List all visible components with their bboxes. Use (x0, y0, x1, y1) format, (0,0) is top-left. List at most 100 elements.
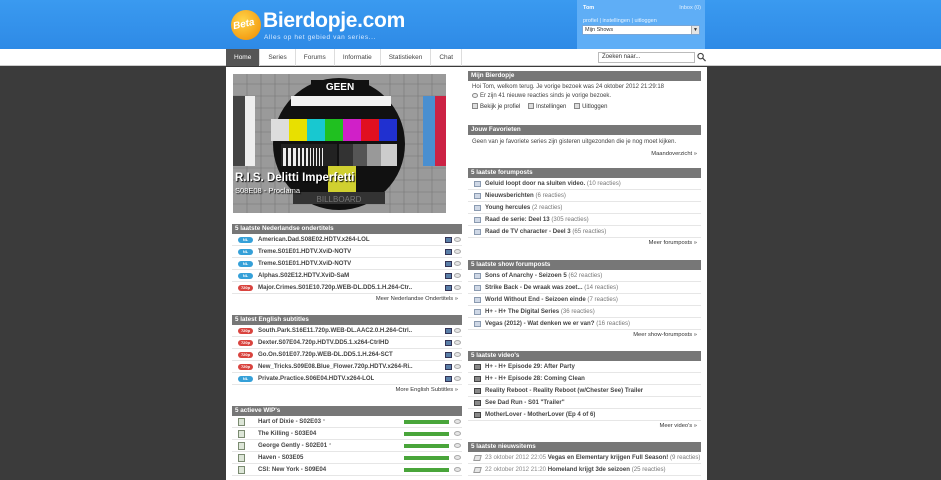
comment-icon[interactable] (454, 273, 461, 278)
download-icon[interactable] (445, 249, 452, 255)
month-overview-link[interactable]: Maandoverzicht » (468, 149, 701, 160)
forumposts-row[interactable]: Geluid loopt door na sluiten video. (10 … (468, 178, 701, 190)
forumposts-row[interactable]: Raad de serie: Deel 13 (305 reacties) (468, 214, 701, 226)
showposts-label[interactable]: Vegas (2012) - Wat denken we er van? (16… (485, 318, 630, 329)
videos-row[interactable]: H+ - H+ Episode 29: After Party (468, 361, 701, 373)
download-icon[interactable] (445, 376, 452, 382)
comment-icon[interactable] (454, 328, 461, 333)
videos-label[interactable]: Reality Reboot - Reality Reboot (w/Chest… (485, 385, 643, 396)
subtitle-row[interactable]: NL American.Dad.S08E02.HDTV.x264-LOL (232, 234, 462, 246)
news-label[interactable]: 22 oktober 2012 21:20 Homeland krijgt 3d… (485, 464, 666, 475)
showposts-row[interactable]: World Without End - Seizoen einde (7 rea… (468, 294, 701, 306)
tab-chat[interactable]: Chat (431, 49, 463, 66)
showposts-label[interactable]: Strike Back - De wraak was zoet... (14 r… (485, 282, 618, 293)
inbox-link[interactable]: Inbox (0) (679, 5, 701, 11)
subtitle-release-name[interactable]: Alphas.S02E12.HDTV.XviD-SaM (258, 270, 349, 281)
tab-series[interactable]: Series (260, 49, 296, 66)
comment-icon[interactable] (454, 443, 461, 448)
news-row[interactable]: 22 oktober 2012 21:20 Homeland krijgt 3d… (468, 464, 701, 476)
settings-link[interactable]: Instellingen (528, 103, 566, 110)
subtitle-release-name[interactable]: Treme.S01E01.HDTV.XviD-NOTV (258, 246, 351, 257)
subtitle-release-name[interactable]: Dexter.S07E04.720p.HDTV.DD5.1.x264-CtrlH… (258, 337, 389, 348)
comment-icon[interactable] (454, 455, 461, 460)
featured-show[interactable]: GEEN BILLBOARD R.I.S. Delitti Imperfetti… (233, 74, 446, 213)
subtitle-row[interactable]: 720p Dexter.S07E04.720p.HDTV.DD5.1.x264-C… (232, 337, 462, 349)
showposts-row[interactable]: Sons of Anarchy - Seizoen 5 (62 reacties… (468, 270, 701, 282)
comment-icon[interactable] (454, 364, 461, 369)
videos-row[interactable]: H+ - H+ Episode 28: Coming Clean (468, 373, 701, 385)
comment-icon[interactable] (454, 237, 461, 242)
search-input[interactable]: Zoeken naar... (598, 52, 695, 63)
logout-link[interactable]: Uitloggen (574, 103, 607, 110)
comment-icon[interactable] (454, 431, 461, 436)
subtitle-row[interactable]: 720p Major.Crimes.S01E10.720p.WEB-DL.DD5.… (232, 282, 462, 294)
wip-label[interactable]: Hart of Dixie - S02E03 * (258, 416, 325, 427)
comment-icon[interactable] (454, 376, 461, 381)
download-icon[interactable] (445, 261, 452, 267)
subtitle-release-name[interactable]: Major.Crimes.S01E10.720p.WEB-DL.DD5.1.H.… (258, 282, 412, 293)
more-videos-link[interactable]: Meer video's » (468, 421, 701, 432)
showposts-label[interactable]: World Without End - Seizoen einde (7 rea… (485, 294, 618, 305)
comment-icon[interactable] (454, 467, 461, 472)
forumposts-label[interactable]: Raad de TV character - Deel 3 (65 reacti… (485, 226, 606, 237)
videos-row[interactable]: See Dad Run - S01 "Trailer" (468, 397, 701, 409)
tab-informatie[interactable]: Informatie (335, 49, 381, 66)
user-links[interactable]: profiel | instellingen | uitloggen (583, 18, 657, 24)
subtitle-row[interactable]: NL Treme.S01E01.HDTV.XviD-NOTV (232, 246, 462, 258)
subtitle-row[interactable]: 720p South.Park.S16E11.720p.WEB-DL.AAC2.0… (232, 325, 462, 337)
showposts-label[interactable]: Sons of Anarchy - Seizoen 5 (62 reacties… (485, 270, 602, 281)
more-en-subtitles-link[interactable]: More English Subtitles » (232, 385, 462, 396)
subtitle-release-name[interactable]: American.Dad.S08E02.HDTV.x264-LOL (258, 234, 370, 245)
featured-title[interactable]: R.I.S. Delitti Imperfetti (235, 172, 355, 184)
subtitle-row[interactable]: 720p New_Tricks.S09E08.Blue_Flower.720p.H… (232, 361, 462, 373)
subtitle-release-name[interactable]: South.Park.S16E11.720p.WEB-DL.AAC2.0.H.2… (258, 325, 412, 336)
subtitle-row[interactable]: NL Treme.S01E01.HDTV.XviD-NOTV (232, 258, 462, 270)
forumposts-label[interactable]: Geluid loopt door na sluiten video. (10 … (485, 178, 621, 189)
forumposts-label[interactable]: Raad de serie: Deel 13 (305 reacties) (485, 214, 589, 225)
wip-row[interactable]: Haven - S03E05 (232, 452, 462, 464)
videos-label[interactable]: H+ - H+ Episode 28: Coming Clean (485, 373, 585, 384)
subtitle-release-name[interactable]: Treme.S01E01.HDTV.XviD-NOTV (258, 258, 351, 269)
news-row[interactable]: 23 oktober 2012 22:05 Vegas en Elementar… (468, 452, 701, 464)
videos-label[interactable]: H+ - H+ Episode 29: After Party (485, 361, 575, 372)
forumposts-label[interactable]: Young hercules (2 reacties) (485, 202, 562, 213)
videos-row[interactable]: Reality Reboot - Reality Reboot (w/Chest… (468, 385, 701, 397)
videos-label[interactable]: MotherLover - MotherLover (Ep 4 of 6) (485, 409, 595, 420)
comment-icon[interactable] (454, 261, 461, 266)
download-icon[interactable] (445, 273, 452, 279)
forumposts-row[interactable]: Young hercules (2 reacties) (468, 202, 701, 214)
tab-home[interactable]: Home (226, 49, 261, 66)
download-icon[interactable] (445, 364, 452, 370)
comment-icon[interactable] (454, 352, 461, 357)
videos-row[interactable]: MotherLover - MotherLover (Ep 4 of 6) (468, 409, 701, 421)
my-shows-select[interactable]: Mijn Shows ▼ (582, 25, 700, 35)
wip-label[interactable]: CSI: New York - S09E04 (258, 464, 328, 475)
wip-label[interactable]: The Killing - S03E04 (258, 428, 318, 439)
showposts-row[interactable]: H+ - H+ The Digital Series (36 reacties) (468, 306, 701, 318)
tab-forums[interactable]: Forums (296, 49, 335, 66)
wip-row[interactable]: Hart of Dixie - S02E03 * (232, 416, 462, 428)
wip-label[interactable]: George Gently - S02E01 * (258, 440, 331, 451)
subtitle-release-name[interactable]: Private.Practice.S06E04.HDTV.x264-LOL (258, 373, 374, 384)
showposts-label[interactable]: H+ - H+ The Digital Series (36 reacties) (485, 306, 595, 317)
download-icon[interactable] (445, 328, 452, 334)
download-icon[interactable] (445, 237, 452, 243)
reactions-text[interactable]: Er zijn 41 nieuwe reacties sinds je vori… (480, 93, 611, 99)
download-icon[interactable] (445, 352, 452, 358)
profile-link[interactable]: Bekijk je profiel (472, 103, 520, 110)
more-nl-subtitles-link[interactable]: Meer Nederlandse Ondertitels » (232, 294, 462, 305)
videos-label[interactable]: See Dad Run - S01 "Trailer" (485, 397, 565, 408)
subtitle-row[interactable]: NL Private.Practice.S06E04.HDTV.x264-LOL (232, 373, 462, 385)
forumposts-row[interactable]: Raad de TV character - Deel 3 (65 reacti… (468, 226, 701, 238)
forumposts-label[interactable]: Nieuwsberichten (6 reacties) (485, 190, 566, 201)
download-icon[interactable] (445, 340, 452, 346)
showposts-row[interactable]: Vegas (2012) - Wat denken we er van? (16… (468, 318, 701, 330)
showposts-row[interactable]: Strike Back - De wraak was zoet... (14 r… (468, 282, 701, 294)
comment-icon[interactable] (454, 249, 461, 254)
forumposts-row[interactable]: Nieuwsberichten (6 reacties) (468, 190, 701, 202)
subtitle-release-name[interactable]: New_Tricks.S09E08.Blue_Flower.720p.HDTV.… (258, 361, 413, 372)
tab-statistieken[interactable]: Statistieken (381, 49, 432, 66)
wip-row[interactable]: CSI: New York - S09E04 (232, 464, 462, 476)
comment-icon[interactable] (454, 419, 461, 424)
wip-label[interactable]: Haven - S03E05 (258, 452, 305, 463)
